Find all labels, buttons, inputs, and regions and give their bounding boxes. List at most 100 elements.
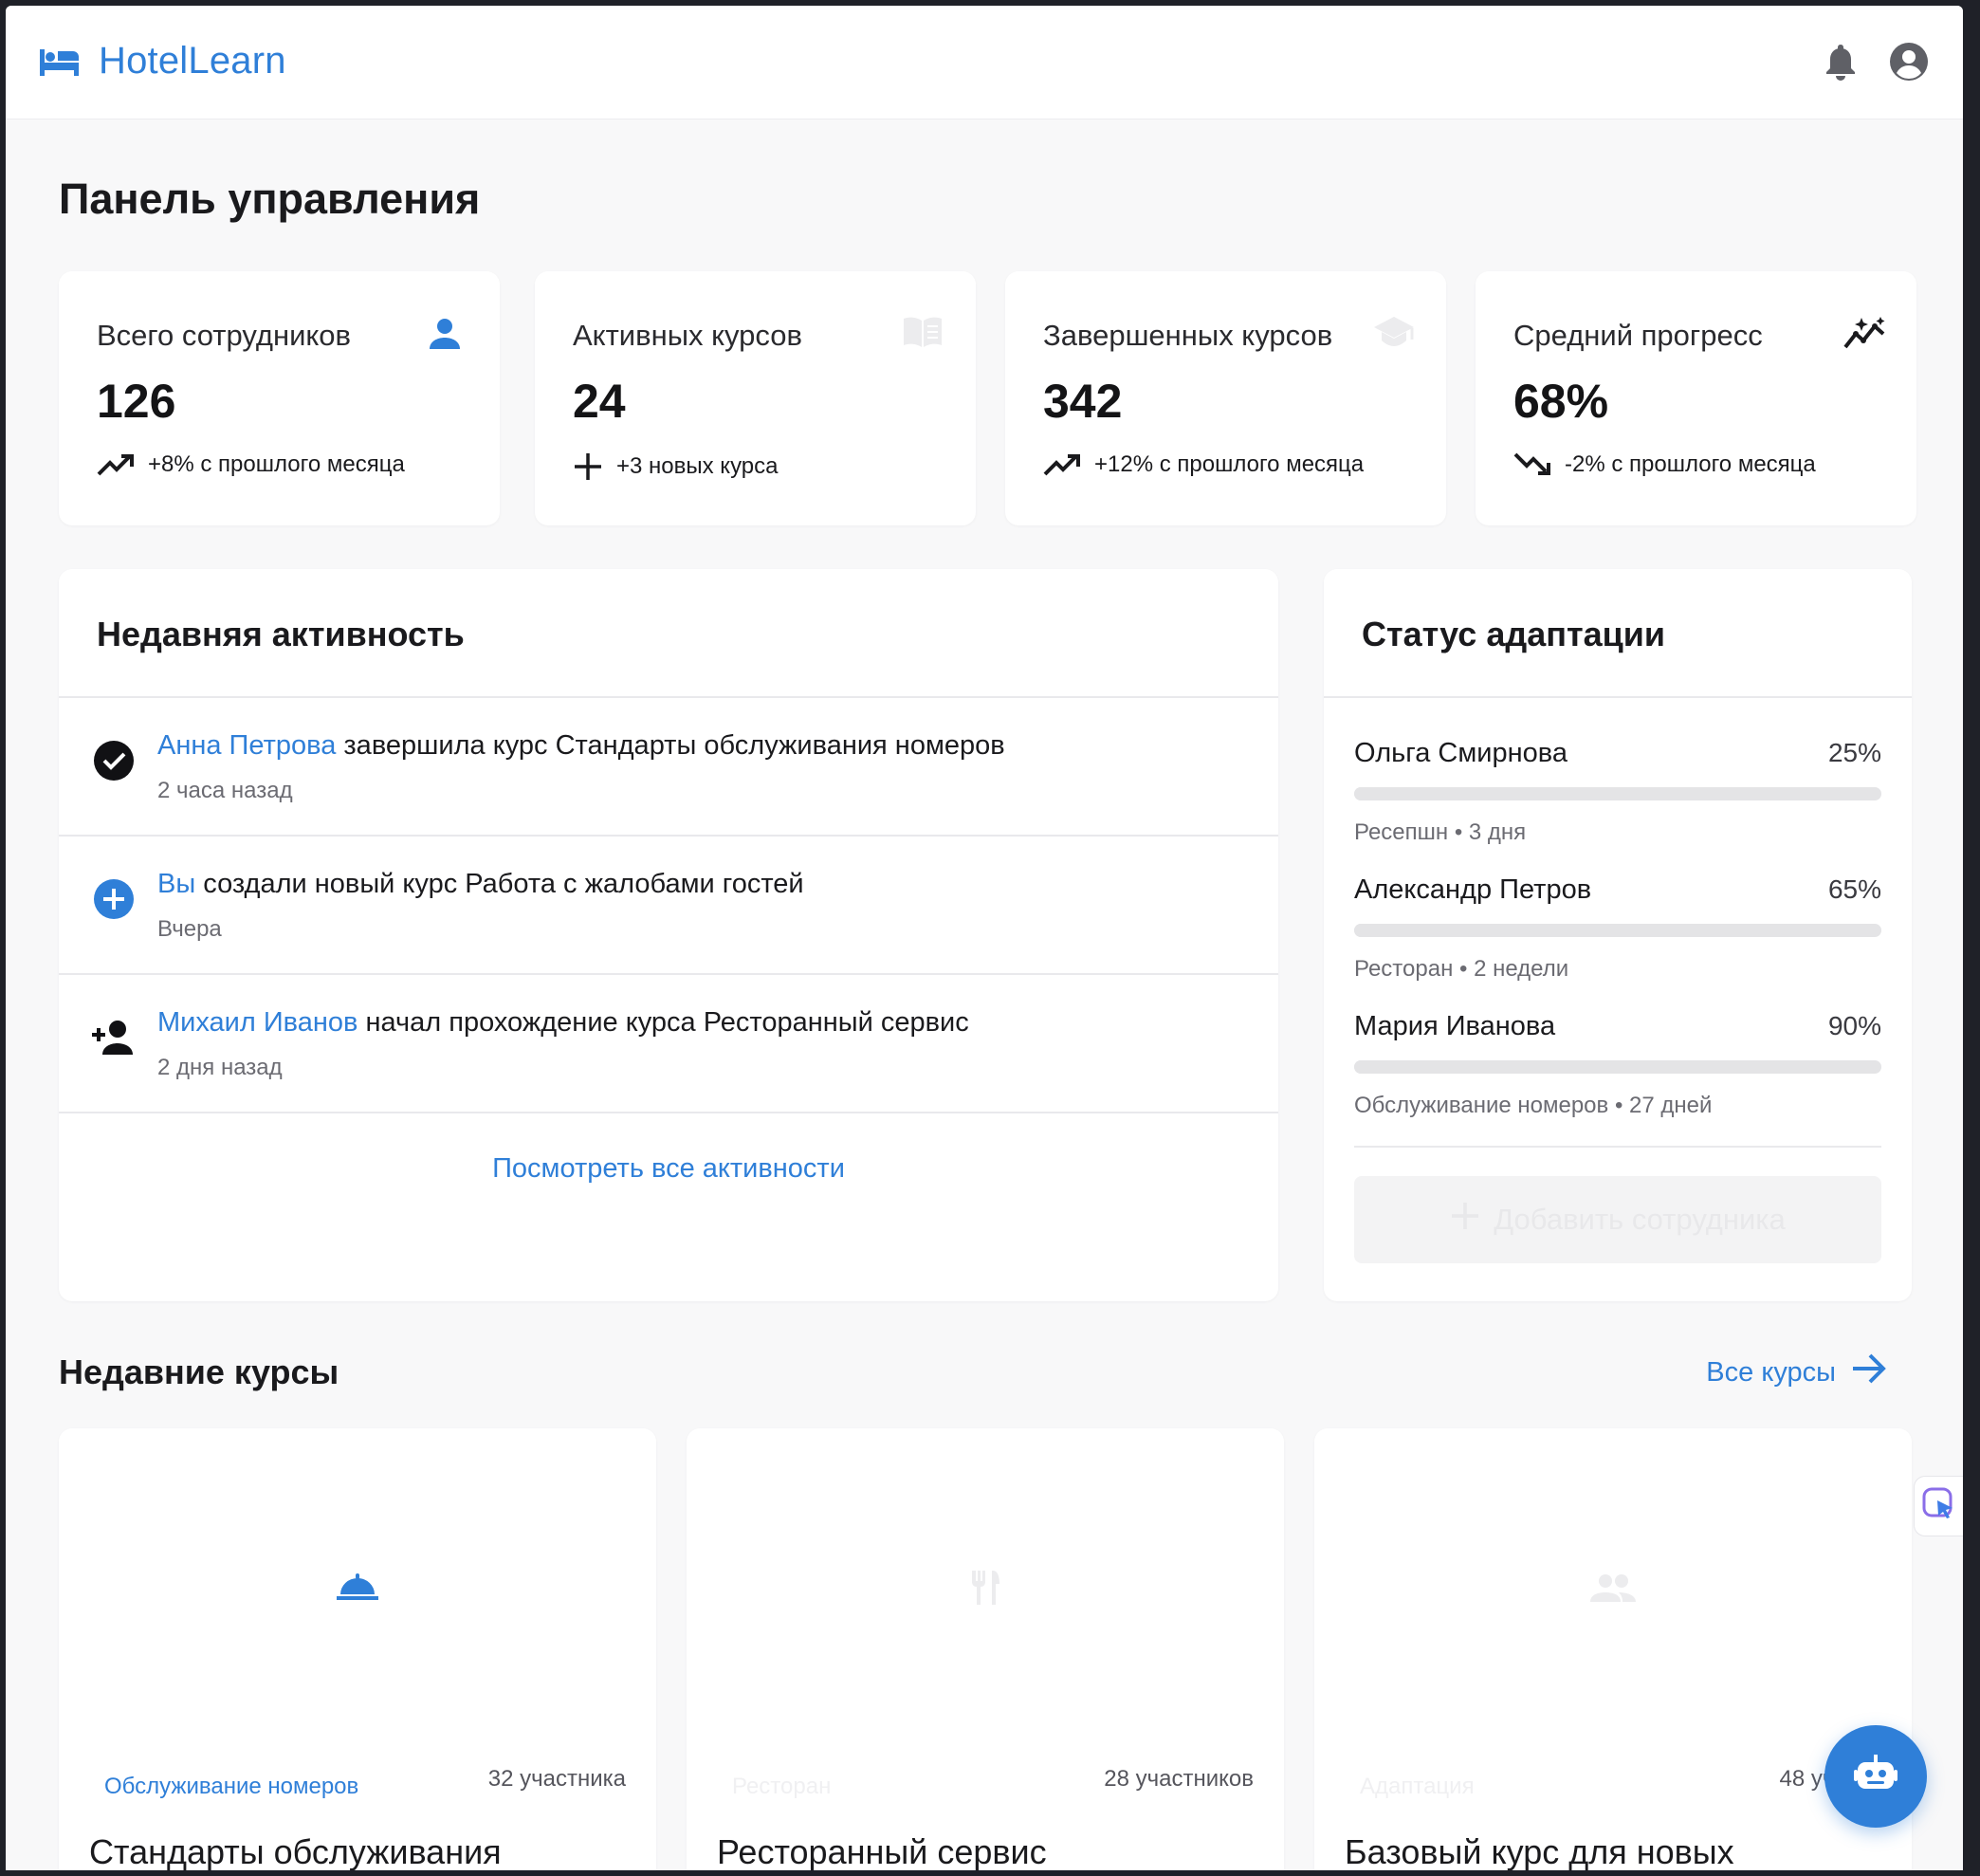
person-meta: Обслуживание номеров • 27 дней <box>1354 1093 1712 1119</box>
activity-user-link[interactable]: Анна Петрова <box>157 730 336 761</box>
stat-card-average-progress: Средний прогресс 68% -2% с прошлого меся… <box>1476 271 1916 525</box>
activity-item[interactable]: Михаил Иванов начал прохождение курса Ре… <box>59 975 1278 1113</box>
activity-text: Анна Петрова завершила курс Стандарты об… <box>157 730 1005 762</box>
person-meta: Ресторан • 2 недели <box>1354 956 1568 983</box>
separator-dot: • <box>1459 956 1468 982</box>
page-title: Панель управления <box>59 175 481 223</box>
course-card[interactable]: Обслуживание номеров 32 участника Станда… <box>59 1428 656 1870</box>
stat-trend: -2% с прошлого месяца <box>1513 451 1816 478</box>
stat-value: 342 <box>1043 375 1123 428</box>
progress-bar <box>1354 924 1881 937</box>
course-title: Ресторанный сервис <box>717 1832 1047 1870</box>
book-icon <box>902 315 942 353</box>
stat-trend-text: -2% с прошлого месяца <box>1565 451 1816 477</box>
adaptation-status-card: Статус адаптации Ольга Смирнова 25% Ресе… <box>1324 569 1912 1301</box>
separator-dot: • <box>1454 819 1463 845</box>
department: Обслуживание номеров <box>1354 1093 1609 1118</box>
app-name: HotelLearn <box>99 40 286 82</box>
adaptation-person[interactable]: Александр Петров 65% Ресторан • 2 недели <box>1354 874 1881 1007</box>
duration: 27 дней <box>1629 1093 1713 1118</box>
stat-card-active-courses: Активных курсов 24 +3 новых курса <box>535 271 976 525</box>
recent-activity-card: Недавняя активность Анна Петрова заверши… <box>59 569 1278 1301</box>
activity-description: завершила курс Стандарты обслуживания но… <box>343 730 1005 761</box>
room-service-icon <box>331 1561 384 1614</box>
course-participants: 32 участника <box>487 1766 626 1792</box>
duration: 3 дня <box>1468 819 1527 845</box>
plus-icon <box>1450 1201 1480 1239</box>
recent-courses-title: Недавние курсы <box>59 1352 339 1391</box>
trending-down-icon <box>1513 452 1551 477</box>
divider <box>1354 1146 1881 1148</box>
department: Ресторан <box>1354 956 1454 982</box>
cursor-select-icon <box>1920 1485 1958 1528</box>
progress-percent: 90% <box>1827 1011 1881 1040</box>
all-courses-link[interactable]: Все курсы <box>1706 1352 1887 1392</box>
recent-activity-title: Недавняя активность <box>97 615 465 653</box>
person-name: Ольга Смирнова <box>1354 738 1568 768</box>
arrow-right-icon <box>1851 1352 1887 1392</box>
activity-user-link[interactable]: Вы <box>157 869 195 899</box>
hotel-bed-icon <box>38 46 82 78</box>
activity-item[interactable]: Анна Петрова завершила курс Стандарты об… <box>59 698 1278 837</box>
stat-value: 24 <box>573 375 626 428</box>
person-name: Мария Иванова <box>1354 1011 1556 1041</box>
stat-trend: +12% с прошлого месяца <box>1043 451 1364 478</box>
progress-bar <box>1354 787 1881 800</box>
progress-fill <box>1354 787 1486 800</box>
cursor-assist-widget[interactable] <box>1914 1476 1963 1536</box>
progress-fill <box>1354 1060 1829 1074</box>
trending-up-icon <box>1043 453 1081 476</box>
check-circle-icon <box>91 738 137 783</box>
notifications-icon[interactable] <box>1819 40 1862 83</box>
account-circle-icon[interactable] <box>1887 40 1931 83</box>
activity-time: 2 дня назад <box>157 1055 283 1080</box>
stat-trend-text: +3 новых курса <box>616 453 779 479</box>
add-employee-label: Добавить сотрудника <box>1494 1203 1786 1236</box>
stat-label: Всего сотрудников <box>97 319 352 352</box>
stat-label: Средний прогресс <box>1513 319 1763 352</box>
divider <box>1324 696 1912 698</box>
trending-up-icon <box>97 453 135 476</box>
person-name: Александр Петров <box>1354 874 1592 905</box>
progress-bar <box>1354 1060 1881 1074</box>
top-bar: HotelLearn <box>6 6 1963 120</box>
stat-trend-text: +12% с прошлого месяца <box>1094 451 1365 477</box>
course-participants: 28 участников <box>1104 1766 1254 1792</box>
graduation-cap-icon <box>1372 315 1414 353</box>
stat-trend: +8% с прошлого месяца <box>97 451 405 478</box>
progress-percent: 65% <box>1827 874 1881 904</box>
add-circle-icon <box>91 876 137 922</box>
top-actions <box>1819 40 1931 83</box>
stat-trend: +3 новых курса <box>573 451 779 482</box>
person-meta: Ресепшн • 3 дня <box>1354 819 1526 846</box>
plus-icon <box>573 451 603 482</box>
brand[interactable]: HotelLearn <box>38 40 286 83</box>
group-icon <box>1586 1561 1640 1614</box>
course-category: Обслуживание номеров <box>104 1774 359 1799</box>
person-icon <box>426 315 464 353</box>
stat-trend-text: +8% с прошлого месяца <box>148 451 405 477</box>
person-add-icon <box>91 1015 137 1060</box>
course-title: Базовый курс для новых <box>1345 1832 1734 1870</box>
activity-item[interactable]: Вы создали новый курс Работа с жалобами … <box>59 837 1278 975</box>
view-all-activity-link[interactable]: Посмотреть все активности <box>59 1153 1278 1185</box>
assistant-bot-button[interactable] <box>1824 1725 1927 1828</box>
stat-card-completed-courses: Завершенных курсов 342 +12% с прошлого м… <box>1005 271 1446 525</box>
all-courses-label: Все курсы <box>1706 1356 1836 1388</box>
adaptation-title: Статус адаптации <box>1362 615 1666 653</box>
activity-description: создали новый курс Работа с жалобами гос… <box>203 869 804 899</box>
separator-dot: • <box>1614 1093 1623 1118</box>
progress-percent: 25% <box>1827 738 1881 767</box>
stat-value: 126 <box>97 375 176 428</box>
course-card[interactable]: Ресторан 28 участников Ресторанный серви… <box>687 1428 1284 1870</box>
stat-value: 68% <box>1513 375 1609 428</box>
adaptation-person[interactable]: Ольга Смирнова 25% Ресепшн • 3 дня <box>1354 738 1881 871</box>
add-employee-button[interactable]: Добавить сотрудника <box>1354 1176 1881 1263</box>
activity-user-link[interactable]: Михаил Иванов <box>157 1007 358 1038</box>
robot-icon <box>1854 1754 1898 1799</box>
activity-time: Вчера <box>157 916 222 942</box>
activity-text: Вы создали новый курс Работа с жалобами … <box>157 869 804 900</box>
course-card[interactable]: Адаптация 48 участн Базовый курс для нов… <box>1314 1428 1912 1870</box>
activity-description: начал прохождение курса Ресторанный серв… <box>365 1007 969 1038</box>
adaptation-person[interactable]: Мария Иванова 90% Обслуживание номеров •… <box>1354 1011 1881 1144</box>
